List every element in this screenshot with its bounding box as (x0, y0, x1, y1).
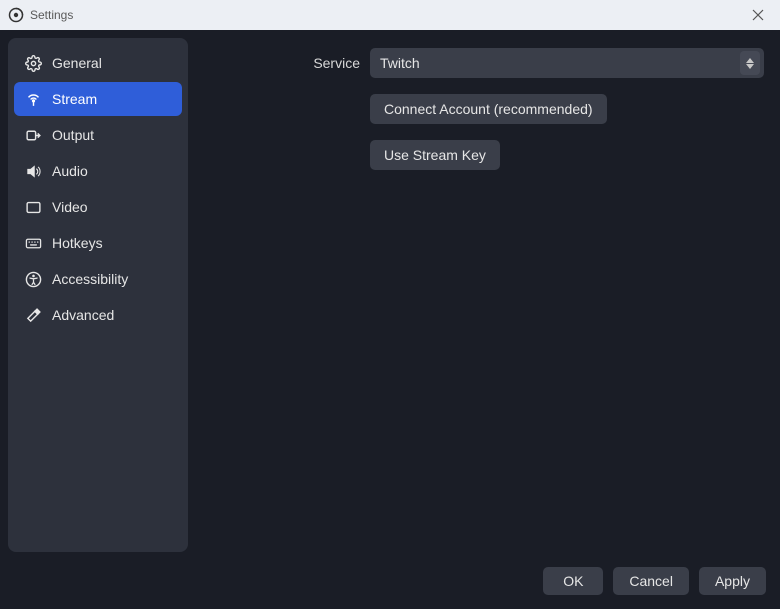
keyboard-icon (24, 234, 42, 252)
sidebar-item-label: Accessibility (52, 271, 128, 287)
sidebar-item-label: Stream (52, 91, 97, 107)
apply-button[interactable]: Apply (699, 567, 766, 595)
window-title: Settings (30, 8, 744, 22)
sidebar-item-hotkeys[interactable]: Hotkeys (14, 226, 182, 260)
tools-icon (24, 306, 42, 324)
gear-icon (24, 54, 42, 72)
titlebar: Settings (0, 0, 780, 30)
sidebar-item-output[interactable]: Output (14, 118, 182, 152)
audio-icon (24, 162, 42, 180)
sidebar-item-label: Hotkeys (52, 235, 103, 251)
sidebar-item-label: Audio (52, 163, 88, 179)
cancel-button[interactable]: Cancel (613, 567, 689, 595)
video-icon (24, 198, 42, 216)
close-icon[interactable] (744, 1, 772, 29)
sidebar-item-stream[interactable]: Stream (14, 82, 182, 116)
output-icon (24, 126, 42, 144)
sidebar-item-label: Output (52, 127, 94, 143)
service-select-value: Twitch (380, 55, 420, 71)
app-icon (8, 7, 24, 23)
sidebar-item-label: General (52, 55, 102, 71)
ok-button[interactable]: OK (543, 567, 603, 595)
use-stream-key-button[interactable]: Use Stream Key (370, 140, 500, 170)
sidebar-item-accessibility[interactable]: Accessibility (14, 262, 182, 296)
settings-sidebar: General Stream Output (8, 38, 188, 552)
connect-account-button[interactable]: Connect Account (recommended) (370, 94, 607, 124)
accessibility-icon (24, 270, 42, 288)
antenna-icon (24, 90, 42, 108)
dialog-footer: OK Cancel Apply (0, 560, 780, 601)
sidebar-item-label: Video (52, 199, 88, 215)
service-select[interactable]: Twitch (370, 48, 764, 78)
sidebar-item-audio[interactable]: Audio (14, 154, 182, 188)
service-label: Service (200, 55, 370, 71)
sidebar-item-video[interactable]: Video (14, 190, 182, 224)
select-arrows-icon (740, 51, 760, 75)
stream-settings-panel: Service Twitch Connect Account (recommen… (196, 38, 772, 552)
sidebar-item-general[interactable]: General (14, 46, 182, 80)
sidebar-item-advanced[interactable]: Advanced (14, 298, 182, 332)
sidebar-item-label: Advanced (52, 307, 114, 323)
